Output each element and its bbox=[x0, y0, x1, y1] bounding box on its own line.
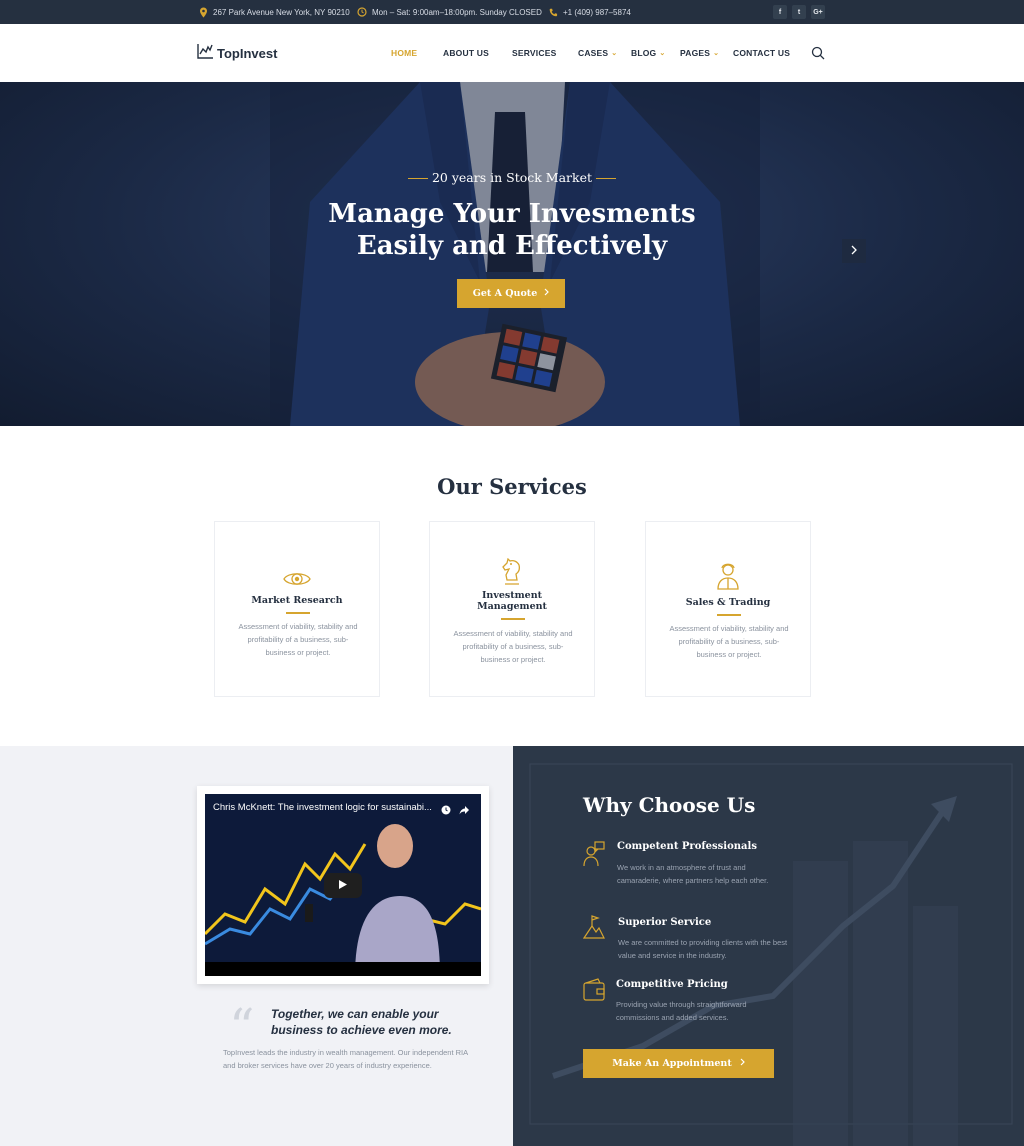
site-logo[interactable]: TopInvest bbox=[197, 43, 277, 64]
search-icon[interactable] bbox=[811, 46, 825, 60]
twitter-icon[interactable]: t bbox=[792, 5, 806, 19]
nav-cases-label: CASES bbox=[578, 48, 609, 58]
feature-text: Providing value through straightforward … bbox=[616, 1000, 747, 1022]
service-card-investment-management[interactable]: Investment Management Assessment of viab… bbox=[429, 521, 595, 697]
quote-text: Together, we can enable your business to… bbox=[271, 1007, 452, 1037]
site-header: TopInvest HOME ABOUT US SERVICES CASES ⌄… bbox=[0, 24, 1024, 82]
service-description: Assessment of viability, stability and p… bbox=[238, 622, 358, 657]
top-info-bar: 267 Park Avenue New York, NY 90210 Mon –… bbox=[0, 0, 1024, 24]
get-a-quote-button[interactable]: Get A Quote bbox=[457, 279, 565, 308]
phone-icon bbox=[547, 6, 559, 18]
service-card-market-research[interactable]: Market Research Assessment of viability,… bbox=[214, 521, 380, 697]
tagline-line-right bbox=[596, 177, 617, 180]
nav-pages[interactable]: PAGES ⌄ bbox=[680, 24, 719, 82]
service-card-sales-trading[interactable]: Sales & Trading Assessment of viability,… bbox=[645, 521, 811, 697]
video-embed[interactable]: Chris McKnett: The investment logic for … bbox=[197, 786, 489, 984]
chevron-right-icon bbox=[740, 1058, 745, 1069]
services-heading: Our Services bbox=[437, 474, 587, 499]
nav-pages-label: PAGES bbox=[680, 48, 711, 58]
service-title-line2: Management bbox=[477, 601, 547, 612]
play-icon bbox=[338, 877, 348, 895]
nav-blog-label: BLOG bbox=[631, 48, 657, 58]
about-text: TopInvest leads the industry in wealth m… bbox=[223, 1048, 468, 1070]
divider bbox=[501, 618, 525, 620]
hours-text: Mon – Sat: 9:00am–18:00pm. Sunday CLOSED bbox=[372, 7, 542, 17]
facebook-icon[interactable]: f bbox=[773, 5, 787, 19]
nav-blog[interactable]: BLOG ⌄ bbox=[631, 24, 665, 82]
phone-info: +1 (409) 987–5874 bbox=[547, 0, 631, 24]
nav-cases[interactable]: CASES ⌄ bbox=[578, 24, 617, 82]
google-plus-icon[interactable]: G+ bbox=[811, 5, 825, 19]
nav-about-us[interactable]: ABOUT US bbox=[443, 24, 489, 82]
make-appointment-label: Make An Appointment bbox=[612, 1058, 732, 1069]
phone-text[interactable]: +1 (409) 987–5874 bbox=[563, 8, 631, 17]
chess-knight-icon bbox=[430, 558, 594, 586]
share-icon[interactable] bbox=[459, 802, 470, 820]
feature-title: Competitive Pricing bbox=[616, 979, 728, 990]
video-player[interactable]: Chris McKnett: The investment logic for … bbox=[205, 794, 481, 976]
eye-icon bbox=[215, 569, 379, 589]
hero-title: Manage Your Invesments Easily and Effect… bbox=[0, 198, 1024, 262]
chevron-down-icon: ⌄ bbox=[713, 50, 720, 57]
feature-title: Superior Service bbox=[618, 917, 712, 928]
mountain-flag-icon bbox=[582, 914, 605, 940]
address-text: 267 Park Avenue New York, NY 90210 bbox=[213, 7, 350, 17]
feature-title: Competent Professionals bbox=[617, 841, 757, 852]
play-button[interactable] bbox=[324, 873, 362, 898]
logo-text: TopInvest bbox=[217, 46, 278, 61]
get-a-quote-label: Get A Quote bbox=[472, 288, 538, 299]
clock-icon bbox=[356, 6, 368, 18]
service-title: Sales & Trading bbox=[685, 597, 771, 608]
service-title-line1: Investment bbox=[481, 590, 543, 601]
service-title: Market Research bbox=[251, 595, 343, 606]
wallet-icon bbox=[583, 978, 605, 1004]
nav-home[interactable]: HOME bbox=[391, 24, 417, 82]
nav-contact-us[interactable]: CONTACT US bbox=[733, 24, 790, 82]
hero-title-line2: Easily and Effectively bbox=[356, 231, 668, 261]
chart-logo-icon bbox=[197, 43, 214, 64]
divider bbox=[717, 614, 741, 616]
feature-text: We are committed to providing clients wi… bbox=[618, 938, 788, 960]
chevron-down-icon: ⌄ bbox=[611, 50, 618, 57]
slider-next-button[interactable] bbox=[842, 239, 866, 263]
divider bbox=[286, 612, 310, 614]
chevron-right-icon bbox=[544, 288, 550, 299]
hours-info: Mon – Sat: 9:00am–18:00pm. Sunday CLOSED bbox=[356, 0, 542, 24]
trader-icon bbox=[646, 562, 810, 590]
feature-text: We work in an atmosphere of trust and ca… bbox=[617, 863, 769, 885]
nav-services[interactable]: SERVICES bbox=[512, 24, 556, 82]
service-title: Investment Management bbox=[430, 590, 594, 612]
professional-icon bbox=[583, 841, 605, 867]
hero-title-line1: Manage Your Invesments bbox=[328, 199, 696, 229]
service-description: Assessment of viability, stability and p… bbox=[453, 629, 573, 664]
hero-tagline: 20 years in Stock Market bbox=[0, 170, 1024, 185]
service-description: Assessment of viability, stability and p… bbox=[669, 624, 789, 659]
video-title[interactable]: Chris McKnett: The investment logic for … bbox=[213, 802, 432, 813]
map-pin-icon bbox=[197, 6, 209, 18]
chevron-right-icon bbox=[851, 244, 857, 258]
tagline-line-left bbox=[407, 177, 428, 180]
hero-slider: 20 years in Stock Market Manage Your Inv… bbox=[0, 82, 1024, 426]
make-appointment-button[interactable]: Make An Appointment bbox=[583, 1049, 774, 1078]
address-info: 267 Park Avenue New York, NY 90210 bbox=[197, 0, 350, 24]
quote-mark-icon: “ bbox=[229, 998, 255, 1056]
watch-later-icon[interactable] bbox=[441, 802, 451, 820]
hero-tagline-text: 20 years in Stock Market bbox=[431, 170, 593, 185]
chevron-down-icon: ⌄ bbox=[659, 50, 666, 57]
why-choose-us-heading: Why Choose Us bbox=[583, 793, 756, 817]
